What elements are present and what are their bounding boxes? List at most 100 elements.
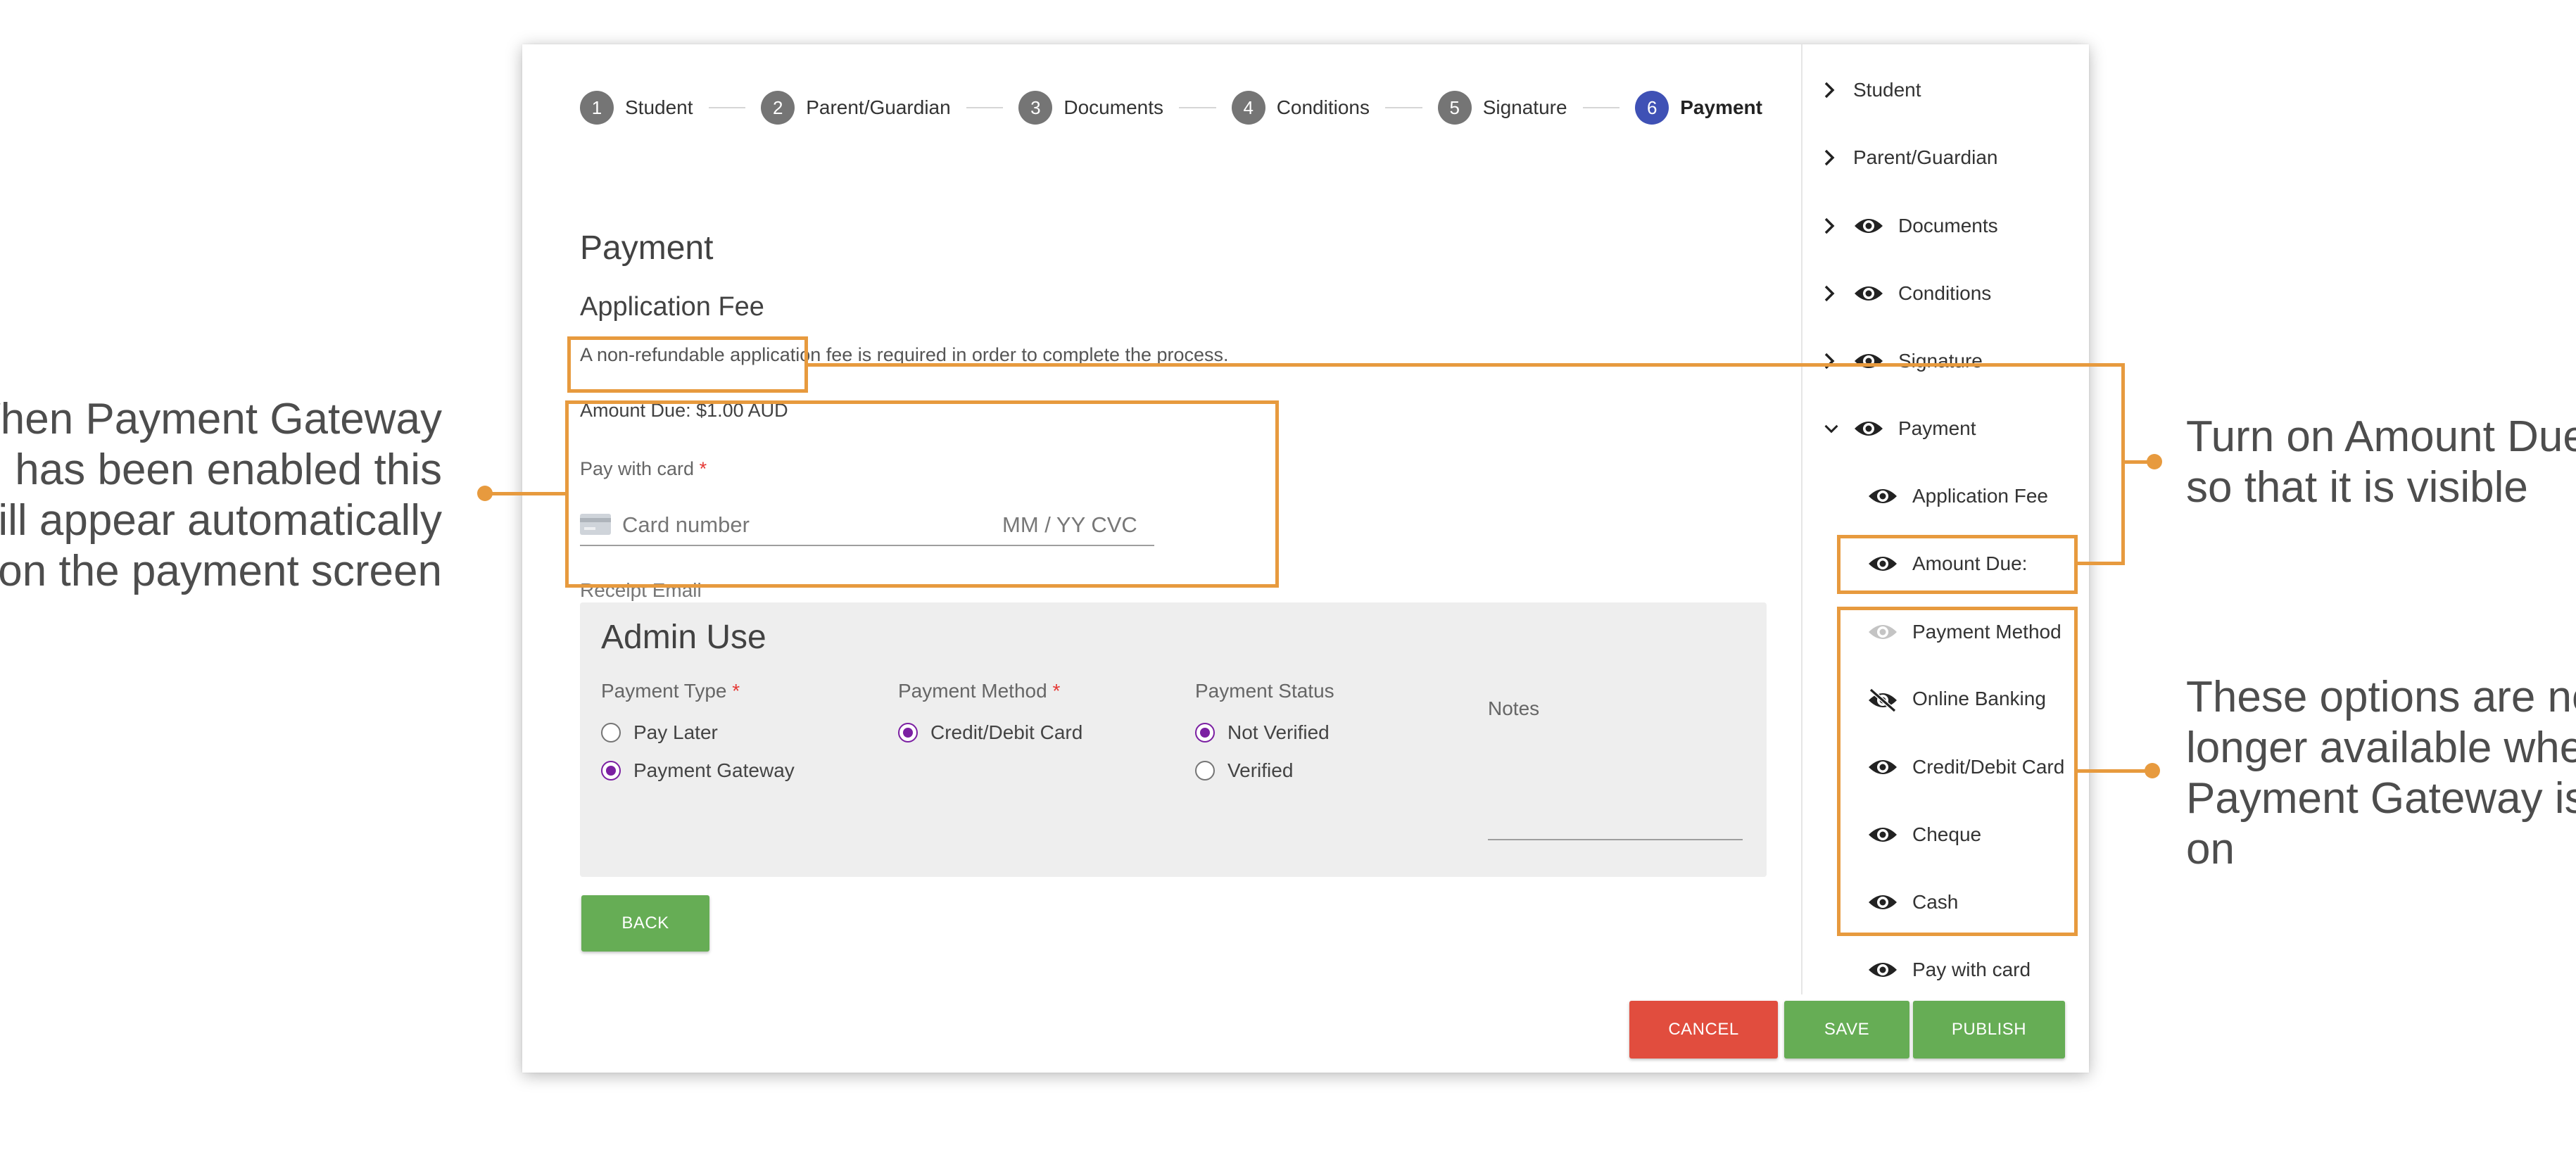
- tree-item-signature[interactable]: Signature: [1824, 340, 1983, 382]
- payment-method-text: Payment Method: [898, 680, 1047, 702]
- payment-status-group: Payment Status Not Verified Verified: [1195, 680, 1334, 790]
- chevron-right-icon[interactable]: [1824, 217, 1839, 235]
- step-payment[interactable]: 6 Payment: [1635, 91, 1762, 125]
- page-title: Payment: [580, 229, 714, 267]
- connector-line: [486, 492, 565, 495]
- step-documents[interactable]: 3 Documents: [1018, 91, 1163, 125]
- connector-line: [2121, 363, 2125, 565]
- tree-item-pay-with-card[interactable]: Pay with card: [1867, 949, 2031, 991]
- annotation-line: will appear automatically: [0, 496, 442, 545]
- tree-item-payment[interactable]: Payment: [1824, 407, 1976, 450]
- tree-amount-due-highlight: [1837, 535, 2078, 594]
- chevron-right-icon[interactable]: [1824, 352, 1839, 370]
- step-connector: [1582, 107, 1620, 108]
- tree-item-application-fee[interactable]: Application Fee: [1867, 475, 2048, 517]
- connector-line: [2078, 562, 2125, 565]
- eye-icon[interactable]: [1853, 215, 1884, 236]
- radio-label: Verified: [1227, 759, 1294, 781]
- step-number: 6: [1635, 91, 1669, 125]
- step-number: 1: [580, 91, 614, 125]
- publish-button[interactable]: PUBLISH: [1913, 1001, 2065, 1059]
- payment-status-label: Payment Status: [1195, 680, 1334, 702]
- step-signature[interactable]: 5 Signature: [1437, 91, 1567, 125]
- step-connector: [966, 107, 1004, 108]
- eye-icon[interactable]: [1853, 418, 1884, 439]
- step-number: 4: [1231, 91, 1265, 125]
- tree-item-documents[interactable]: Documents: [1824, 205, 1998, 247]
- step-connector: [708, 107, 746, 108]
- connector-dot: [477, 486, 493, 501]
- step-label: Signature: [1482, 96, 1567, 118]
- tree-item-label: Student: [1853, 79, 1921, 101]
- required-mark: *: [732, 680, 740, 702]
- notes-input[interactable]: [1488, 839, 1743, 840]
- tree-payment-options-highlight: [1837, 607, 2078, 936]
- radio-payment-gateway[interactable]: Payment Gateway: [601, 752, 795, 790]
- payment-method-group: Payment Method * Credit/Debit Card: [898, 680, 1082, 752]
- step-student[interactable]: 1 Student: [580, 91, 693, 125]
- annotation-options-unavailable: These options are no longer available wh…: [2186, 672, 2576, 875]
- back-button[interactable]: BACK: [581, 895, 709, 952]
- radio-label: Payment Gateway: [633, 759, 795, 781]
- tree-item-label: Parent/Guardian: [1853, 146, 1998, 168]
- payment-type-label: Payment Type *: [601, 680, 795, 702]
- eye-icon[interactable]: [1853, 283, 1884, 304]
- radio-not-verified[interactable]: Not Verified: [1195, 714, 1334, 752]
- connector-dot: [2147, 454, 2162, 469]
- radio-pay-later[interactable]: Pay Later: [601, 714, 795, 752]
- tree-item-parent-guardian[interactable]: Parent/Guardian: [1824, 137, 1997, 179]
- radio-button[interactable]: [601, 761, 621, 781]
- chevron-right-icon[interactable]: [1824, 81, 1839, 99]
- radio-button[interactable]: [1195, 723, 1215, 743]
- annotation-payment-gateway: When Payment Gateway has been enabled th…: [0, 394, 442, 597]
- tree-item-label: Pay with card: [1912, 959, 2031, 980]
- step-connector: [1385, 107, 1422, 108]
- radio-button[interactable]: [898, 723, 918, 743]
- tree-item-conditions[interactable]: Conditions: [1824, 272, 1991, 315]
- chevron-right-icon[interactable]: [1824, 284, 1839, 303]
- annotation-line: longer available when: [2186, 724, 2576, 772]
- chevron-right-icon[interactable]: [1824, 149, 1839, 167]
- annotation-line: Turn on Amount Due: [2186, 412, 2576, 461]
- save-button[interactable]: SAVE: [1784, 1001, 1909, 1059]
- radio-label: Credit/Debit Card: [930, 721, 1083, 743]
- connector-dot: [2145, 763, 2160, 778]
- step-label: Documents: [1063, 96, 1163, 118]
- annotation-amount-due: Turn on Amount Due so that it is visible: [2186, 412, 2576, 513]
- tree-item-label: Application Fee: [1912, 485, 2049, 507]
- radio-label: Pay Later: [633, 721, 718, 743]
- payment-type-text: Payment Type: [601, 680, 727, 702]
- tree-item-label: Documents: [1898, 215, 1998, 236]
- amount-due-highlight: [567, 336, 808, 393]
- notes-label: Notes: [1488, 697, 1540, 719]
- eye-icon[interactable]: [1867, 486, 1898, 507]
- payment-method-label: Payment Method *: [898, 680, 1082, 702]
- chevron-down-icon[interactable]: [1824, 423, 1839, 434]
- section-title: Application Fee: [580, 292, 764, 322]
- radio-button[interactable]: [1195, 761, 1215, 781]
- step-label: Conditions: [1276, 96, 1370, 118]
- step-connector: [1179, 107, 1216, 108]
- step-parent-guardian[interactable]: 2 Parent/Guardian: [761, 91, 951, 125]
- annotation-line: Payment Gateway is: [2186, 774, 2576, 823]
- tree-item-label: Payment: [1898, 417, 1976, 439]
- eye-icon[interactable]: [1867, 959, 1898, 980]
- admin-use-title: Admin Use: [601, 619, 766, 656]
- radio-verified[interactable]: Verified: [1195, 752, 1334, 790]
- step-conditions[interactable]: 4 Conditions: [1231, 91, 1370, 125]
- admin-use-panel: Admin Use Payment Type * Pay Later Payme…: [580, 602, 1767, 877]
- step-number: 2: [761, 91, 795, 125]
- tree-item-student[interactable]: Student: [1824, 69, 1921, 111]
- step-label: Student: [625, 96, 693, 118]
- step-label: Payment: [1680, 96, 1762, 118]
- eye-icon[interactable]: [1853, 350, 1884, 372]
- required-mark: *: [1052, 680, 1061, 702]
- cancel-button[interactable]: CANCEL: [1629, 1001, 1778, 1059]
- radio-credit-debit-card[interactable]: Credit/Debit Card: [898, 714, 1082, 752]
- pay-with-card-highlight: [565, 400, 1279, 588]
- annotation-line: These options are no: [2186, 673, 2576, 721]
- radio-button[interactable]: [601, 723, 621, 743]
- tree-item-label: Conditions: [1898, 282, 1992, 304]
- step-label: Parent/Guardian: [806, 96, 951, 118]
- connector-line: [808, 363, 2125, 367]
